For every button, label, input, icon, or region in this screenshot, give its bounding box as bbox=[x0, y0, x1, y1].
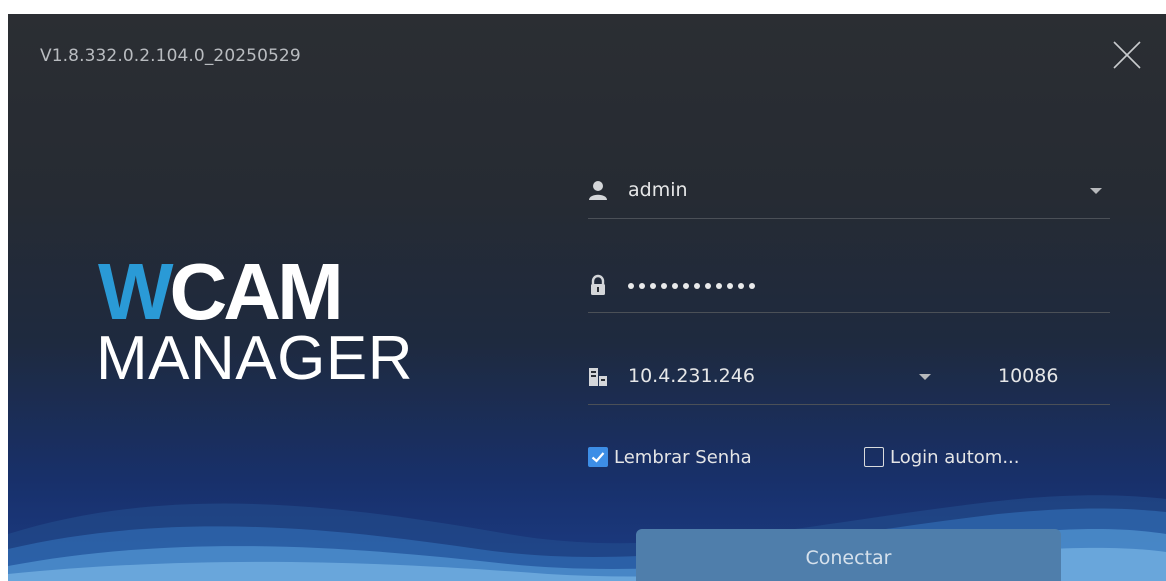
server-ip-value[interactable]: 10.4.231.246 bbox=[628, 365, 755, 387]
check-icon bbox=[591, 452, 605, 463]
username-value[interactable]: admin bbox=[628, 179, 688, 201]
auto-login-checkbox[interactable]: Login autom... bbox=[864, 444, 1020, 470]
port-value[interactable]: 10086 bbox=[998, 365, 1058, 387]
chevron-down-icon[interactable] bbox=[919, 374, 931, 380]
password-dot bbox=[661, 283, 667, 289]
logo-cam-text: CAM bbox=[169, 247, 344, 336]
logo-manager-text: MANAGER bbox=[96, 324, 413, 393]
user-icon bbox=[589, 181, 607, 200]
server-icon bbox=[589, 368, 607, 386]
remember-checkbox-box[interactable] bbox=[588, 447, 608, 467]
password-field[interactable] bbox=[588, 260, 1110, 313]
password-dots[interactable] bbox=[628, 283, 755, 289]
password-dot bbox=[749, 283, 755, 289]
password-dot bbox=[738, 283, 744, 289]
password-dot bbox=[672, 283, 678, 289]
chevron-down-icon[interactable] bbox=[1090, 188, 1102, 194]
version-label: V1.8.332.0.2.104.0_20250529 bbox=[40, 46, 301, 66]
remember-password-label: Lembrar Senha bbox=[614, 446, 752, 468]
auto-login-label: Login autom... bbox=[890, 446, 1020, 468]
close-button[interactable] bbox=[1110, 38, 1144, 72]
username-field[interactable]: admin bbox=[588, 166, 1110, 219]
login-window: V1.8.332.0.2.104.0_20250529 WCAM MANAGER… bbox=[8, 14, 1166, 581]
password-dot bbox=[683, 283, 689, 289]
lock-icon bbox=[591, 274, 605, 295]
wcam-manager-logo: WCAM MANAGER bbox=[96, 252, 478, 402]
password-dot bbox=[705, 283, 711, 289]
password-dot bbox=[716, 283, 722, 289]
auto-login-checkbox-box[interactable] bbox=[864, 447, 884, 467]
logo-top-text: WCAM bbox=[98, 252, 344, 332]
remember-password-checkbox[interactable]: Lembrar Senha bbox=[588, 444, 752, 470]
password-dot bbox=[727, 283, 733, 289]
password-dot bbox=[694, 283, 700, 289]
password-dot bbox=[650, 283, 656, 289]
close-icon bbox=[1113, 41, 1141, 69]
connect-button[interactable]: Conectar bbox=[636, 529, 1061, 581]
password-dot bbox=[639, 283, 645, 289]
logo-w-letter: W bbox=[98, 247, 173, 336]
password-dot bbox=[628, 283, 634, 289]
server-field[interactable]: 10.4.231.246 10086 bbox=[588, 352, 1110, 405]
